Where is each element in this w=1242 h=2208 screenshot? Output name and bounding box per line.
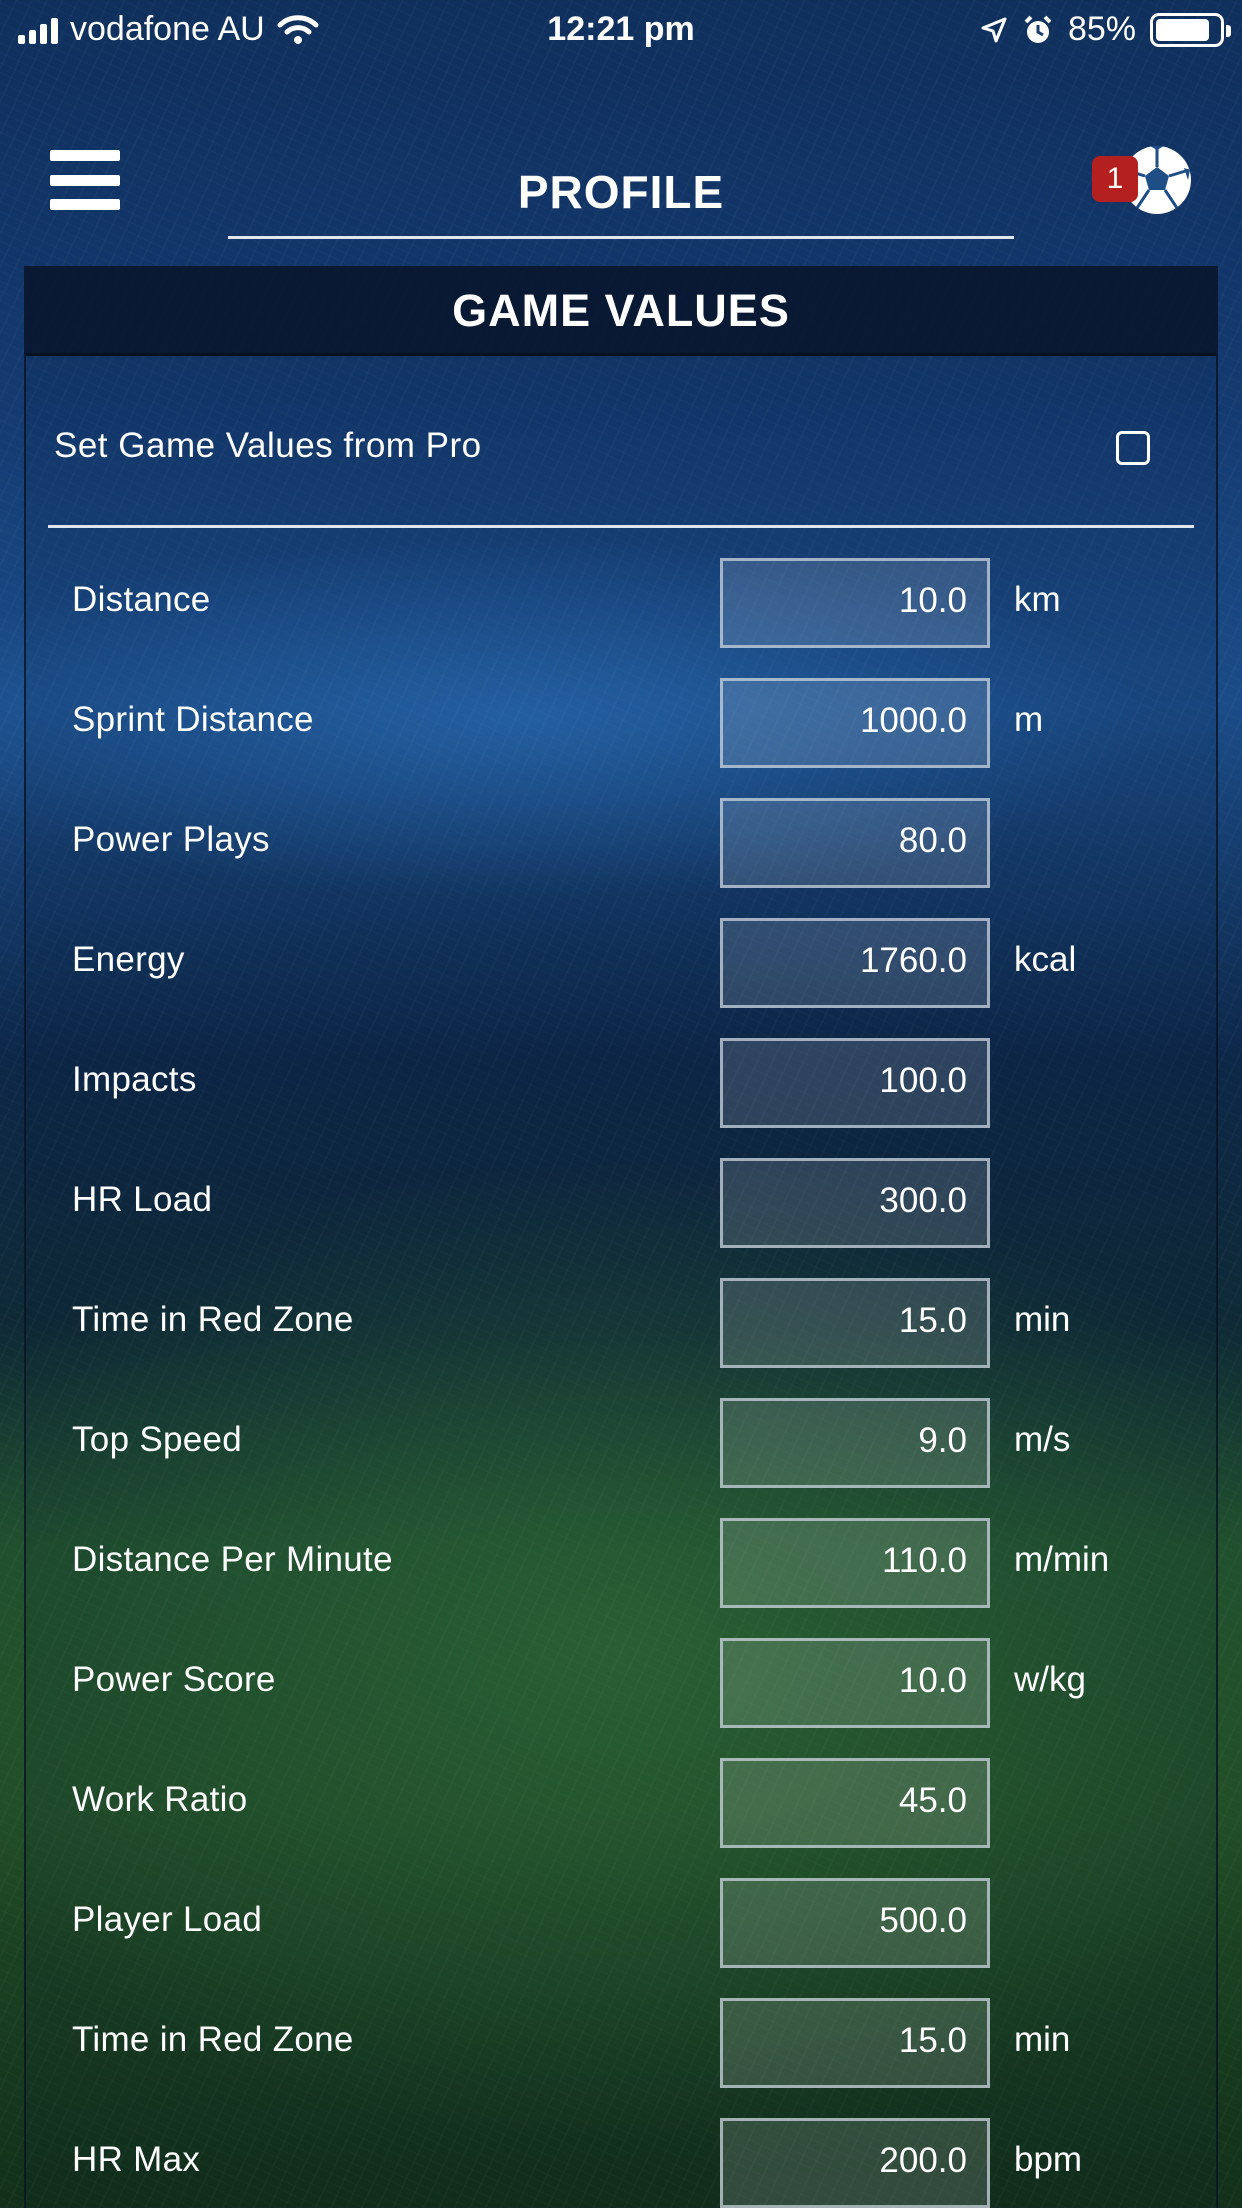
value-row-unit: min (1014, 2020, 1071, 2059)
value-row-unit: min (1014, 1300, 1071, 1339)
value-input[interactable]: 10.0 (720, 558, 990, 648)
value-input[interactable]: 110.0 (720, 1518, 990, 1608)
value-input[interactable]: 15.0 (720, 1998, 990, 2088)
value-row-unit: km (1014, 580, 1061, 619)
value-row: HR Max 200.0 bpm (0, 2118, 1242, 2208)
value-input[interactable]: 15.0 (720, 1278, 990, 1368)
value-row: Top Speed 9.0 m/s (0, 1398, 1242, 1488)
panel-title: GAME VALUES (26, 268, 1216, 356)
value-row: Distance Per Minute 110.0 m/min (0, 1518, 1242, 1608)
status-right: 85% (980, 10, 1231, 49)
value-input[interactable]: 300.0 (720, 1158, 990, 1248)
value-row: Distance 10.0 km (0, 558, 1242, 648)
value-row-label: Energy (72, 940, 185, 979)
value-input[interactable]: 9.0 (720, 1398, 990, 1488)
value-row-label: Distance (72, 580, 211, 619)
location-arrow-icon (981, 17, 1007, 42)
value-row-label: Time in Red Zone (72, 2020, 354, 2059)
set-from-pro-checkbox[interactable] (1116, 431, 1150, 465)
battery-icon (1150, 12, 1231, 47)
value-row-label: Work Ratio (72, 1780, 248, 1819)
value-row-label: HR Load (72, 1180, 213, 1219)
notification-badge[interactable]: 1 (1092, 156, 1138, 202)
page-title: PROFILE (517, 166, 725, 218)
value-row-unit: bpm (1014, 2140, 1083, 2179)
value-row-label: Power Plays (72, 820, 270, 859)
value-row-label: HR Max (72, 2140, 201, 2179)
battery-percent: 85% (1067, 10, 1136, 48)
value-row-unit: w/kg (1014, 1660, 1086, 1699)
value-input[interactable]: 1760.0 (720, 918, 990, 1008)
value-row-label: Power Score (72, 1660, 276, 1699)
value-row: Work Ratio 45.0 (0, 1758, 1242, 1848)
value-input[interactable]: 100.0 (720, 1038, 990, 1128)
value-row: Power Score 10.0 w/kg (0, 1638, 1242, 1728)
value-row-label: Time in Red Zone (72, 1300, 354, 1339)
value-row-label: Top Speed (72, 1420, 243, 1459)
value-row-label: Player Load (72, 1900, 263, 1939)
value-row: HR Load 300.0 (0, 1158, 1242, 1248)
value-input[interactable]: 200.0 (720, 2118, 990, 2208)
value-row-label: Distance Per Minute (72, 1540, 393, 1579)
title-underline (228, 236, 1014, 239)
alarm-clock-icon (1024, 15, 1052, 43)
value-row: Energy 1760.0 kcal (0, 918, 1242, 1008)
pro-divider (48, 525, 1194, 528)
value-row-unit: m/min (1014, 1540, 1110, 1579)
value-input[interactable]: 10.0 (720, 1638, 990, 1728)
value-row-unit: m/s (1014, 1420, 1071, 1459)
value-input[interactable]: 45.0 (720, 1758, 990, 1848)
value-row-label: Sprint Distance (72, 700, 314, 739)
value-row-unit: kcal (1014, 940, 1077, 979)
value-row: Time in Red Zone 15.0 min (0, 1278, 1242, 1368)
value-row: Impacts 100.0 (0, 1038, 1242, 1128)
value-row-unit: m (1014, 700, 1044, 739)
value-input[interactable]: 80.0 (720, 798, 990, 888)
battery-fill (1156, 18, 1209, 41)
value-row: Player Load 500.0 (0, 1878, 1242, 1968)
value-input[interactable]: 1000.0 (720, 678, 990, 768)
value-input[interactable]: 500.0 (720, 1878, 990, 1968)
value-row: Time in Red Zone 15.0 min (0, 1998, 1242, 2088)
set-from-pro-label: Set Game Values from Pro (54, 426, 482, 465)
battery-tip (1226, 24, 1231, 37)
value-row: Sprint Distance 1000.0 m (0, 678, 1242, 768)
value-row: Power Plays 80.0 (0, 798, 1242, 888)
value-row-label: Impacts (72, 1060, 197, 1099)
status-bar: vodafone AU 12:21 pm 85% (0, 0, 1242, 64)
